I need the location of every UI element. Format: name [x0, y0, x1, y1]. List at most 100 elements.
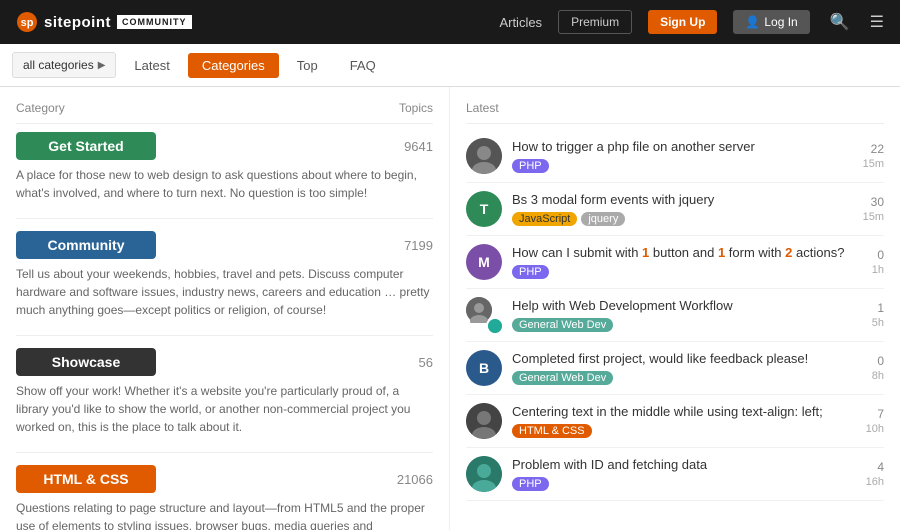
avatar: [466, 138, 502, 174]
latest-item-title[interactable]: Bs 3 modal form events with jquery: [512, 192, 853, 209]
header: sp sitepoint COMMUNITY Articles Premium …: [0, 0, 900, 44]
cat-badge-html-css[interactable]: HTML & CSS: [16, 465, 156, 493]
avatar: T: [466, 191, 502, 227]
tag-jquery[interactable]: jquery: [581, 212, 625, 226]
main-content: Category Topics Get Started 9641 A place…: [0, 87, 900, 530]
latest-item-content: Completed first project, would like feed…: [512, 351, 862, 385]
latest-item-title[interactable]: Centering text in the middle while using…: [512, 404, 856, 421]
latest-item-content: Help with Web Development Workflow Gener…: [512, 298, 862, 332]
list-item: B Completed first project, would like fe…: [466, 342, 884, 395]
reply-count: 4: [877, 460, 884, 474]
time-ago: 1h: [872, 264, 884, 276]
category-html-css: HTML & CSS 21066 Questions relating to p…: [16, 465, 433, 530]
latest-item-content: How can I submit with 1 button and 1 for…: [512, 245, 862, 279]
signup-button[interactable]: Sign Up: [648, 10, 717, 34]
tab-faq[interactable]: FAQ: [336, 53, 390, 78]
latest-item-title[interactable]: Help with Web Development Workflow: [512, 298, 862, 315]
latest-item-title[interactable]: How can I submit with 1 button and 1 for…: [512, 245, 862, 262]
latest-item-title[interactable]: How to trigger a php file on another ser…: [512, 139, 853, 156]
latest-item-tags: General Web Dev: [512, 318, 862, 332]
latest-item-meta: 0 8h: [872, 354, 884, 382]
svg-text:sp: sp: [21, 17, 34, 29]
menu-icon[interactable]: ☰: [870, 12, 884, 32]
tag-php[interactable]: PHP: [512, 265, 549, 279]
cat-badge-community[interactable]: Community: [16, 231, 156, 259]
cat-badge-showcase[interactable]: Showcase: [16, 348, 156, 376]
premium-button[interactable]: Premium: [558, 10, 632, 34]
tag-php[interactable]: PHP: [512, 477, 549, 491]
chevron-right-icon: ▶: [98, 60, 106, 71]
avatar: [466, 297, 502, 333]
categories-panel: Category Topics Get Started 9641 A place…: [0, 87, 450, 530]
latest-item-content: Problem with ID and fetching data PHP: [512, 457, 856, 491]
latest-header: Latest: [466, 97, 884, 124]
sitepoint-icon: sp: [16, 11, 38, 33]
all-categories-dropdown[interactable]: all categories ▶: [12, 52, 116, 78]
all-categories-label: all categories: [23, 58, 94, 72]
time-ago: 16h: [866, 476, 884, 488]
latest-item-tags: PHP: [512, 159, 853, 173]
col-category-label: Category: [16, 101, 65, 115]
avatar: B: [466, 350, 502, 386]
list-item: How to trigger a php file on another ser…: [466, 130, 884, 183]
cat-badge-get-started[interactable]: Get Started: [16, 132, 156, 160]
header-nav: Articles Premium Sign Up 👤 Log In 🔍 ☰: [499, 10, 884, 34]
cat-desc-showcase: Show off your work! Whether it's a websi…: [16, 382, 433, 436]
tab-categories[interactable]: Categories: [188, 53, 279, 78]
latest-item-meta: 22 15m: [863, 142, 884, 170]
latest-item-meta: 1 5h: [872, 301, 884, 329]
category-get-started: Get Started 9641 A place for those new t…: [16, 132, 433, 202]
latest-item-content: How to trigger a php file on another ser…: [512, 139, 853, 173]
list-item: Problem with ID and fetching data PHP 4 …: [466, 448, 884, 501]
tag-webdev[interactable]: General Web Dev: [512, 371, 613, 385]
logo-text: sitepoint: [44, 14, 111, 31]
category-community: Community 7199 Tell us about your weeken…: [16, 231, 433, 319]
list-item: Centering text in the middle while using…: [466, 395, 884, 448]
separator: [16, 335, 433, 336]
col-topics-label: Topics: [399, 101, 433, 115]
latest-item-meta: 7 10h: [866, 407, 884, 435]
search-icon[interactable]: 🔍: [830, 12, 850, 32]
reply-count: 22: [871, 142, 884, 156]
latest-item-tags: HTML & CSS: [512, 424, 856, 438]
cat-topics-community: 7199: [404, 238, 433, 253]
cat-topics-html-css: 21066: [397, 472, 433, 487]
time-ago: 5h: [872, 317, 884, 329]
latest-item-tags: PHP: [512, 265, 862, 279]
cat-topics-get-started: 9641: [404, 139, 433, 154]
latest-item-title[interactable]: Problem with ID and fetching data: [512, 457, 856, 474]
tag-webdev[interactable]: General Web Dev: [512, 318, 613, 332]
reply-count: 0: [877, 354, 884, 368]
time-ago: 15m: [863, 158, 884, 170]
latest-item-meta: 30 15m: [863, 195, 884, 223]
login-button[interactable]: 👤 Log In: [733, 10, 809, 34]
time-ago: 8h: [872, 370, 884, 382]
latest-panel: Latest How to trigger a php file on anot…: [450, 87, 900, 530]
time-ago: 15m: [863, 211, 884, 223]
avatar: M: [466, 244, 502, 280]
time-ago: 10h: [866, 423, 884, 435]
reply-count: 7: [877, 407, 884, 421]
avatar: [466, 403, 502, 439]
reply-count: 30: [871, 195, 884, 209]
tag-js[interactable]: JavaScript: [512, 212, 577, 226]
reply-count: 0: [877, 248, 884, 262]
list-item: Help with Web Development Workflow Gener…: [466, 289, 884, 342]
articles-link[interactable]: Articles: [499, 15, 542, 30]
latest-item-meta: 0 1h: [872, 248, 884, 276]
column-headers: Category Topics: [16, 97, 433, 124]
latest-item-tags: General Web Dev: [512, 371, 862, 385]
tag-htmlcss[interactable]: HTML & CSS: [512, 424, 592, 438]
latest-item-title[interactable]: Completed first project, would like feed…: [512, 351, 862, 368]
toolbar: all categories ▶ Latest Categories Top F…: [0, 44, 900, 87]
list-item: M How can I submit with 1 button and 1 f…: [466, 236, 884, 289]
tag-php[interactable]: PHP: [512, 159, 549, 173]
tab-latest[interactable]: Latest: [120, 53, 183, 78]
avatar: [466, 456, 502, 492]
latest-item-content: Bs 3 modal form events with jquery JavaS…: [512, 192, 853, 226]
tab-top[interactable]: Top: [283, 53, 332, 78]
list-item: T Bs 3 modal form events with jquery Jav…: [466, 183, 884, 236]
user-icon: 👤: [745, 15, 760, 29]
category-showcase: Showcase 56 Show off your work! Whether …: [16, 348, 433, 436]
latest-item-tags: JavaScript jquery: [512, 212, 853, 226]
